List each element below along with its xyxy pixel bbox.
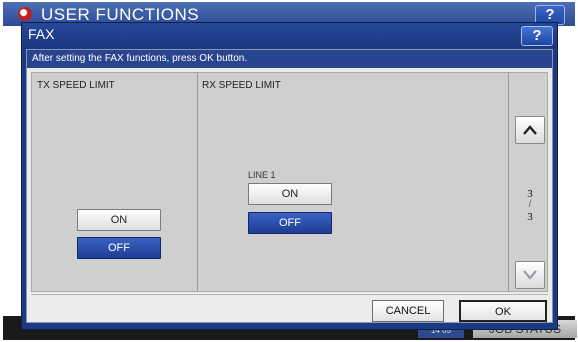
- ok-button[interactable]: OK: [459, 300, 547, 322]
- help-button[interactable]: ?: [521, 26, 553, 46]
- tx-off-button[interactable]: OFF: [77, 237, 161, 259]
- scroll-down-button[interactable]: [515, 261, 545, 289]
- user-functions-logo-icon: [18, 7, 32, 21]
- rx-speed-limit-title: RX SPEED LIMIT: [202, 80, 281, 91]
- page-total: 3: [527, 211, 533, 223]
- rx-on-button[interactable]: ON: [248, 183, 332, 205]
- page-separator: /: [528, 199, 532, 210]
- cancel-button[interactable]: CANCEL: [372, 300, 444, 322]
- tx-on-button[interactable]: ON: [77, 209, 161, 231]
- fax-dialog: FAX ? After setting the FAX functions, p…: [21, 22, 558, 330]
- chevron-up-icon: [523, 125, 537, 135]
- dialog-titlebar: FAX: [22, 23, 557, 45]
- tx-speed-limit-title: TX SPEED LIMIT: [37, 80, 115, 91]
- chevron-down-icon: [523, 270, 537, 280]
- instruction-text: After setting the FAX functions, press O…: [27, 50, 552, 68]
- scroll-up-button[interactable]: [515, 116, 545, 144]
- rx-off-button[interactable]: OFF: [248, 212, 332, 234]
- panel-divider: [197, 73, 198, 291]
- pager-divider: [508, 73, 509, 291]
- line-1-label: LINE 1: [248, 170, 276, 180]
- settings-area: TX SPEED LIMIT ON OFF RX SPEED LIMIT LIN…: [31, 72, 548, 292]
- copier-screen: USER FUNCTIONS ? 14 05 JOB STATUS FAX ? …: [0, 0, 578, 342]
- dialog-title: FAX: [28, 26, 55, 42]
- footer-separator: [31, 294, 548, 295]
- dialog-body: After setting the FAX functions, press O…: [26, 49, 553, 323]
